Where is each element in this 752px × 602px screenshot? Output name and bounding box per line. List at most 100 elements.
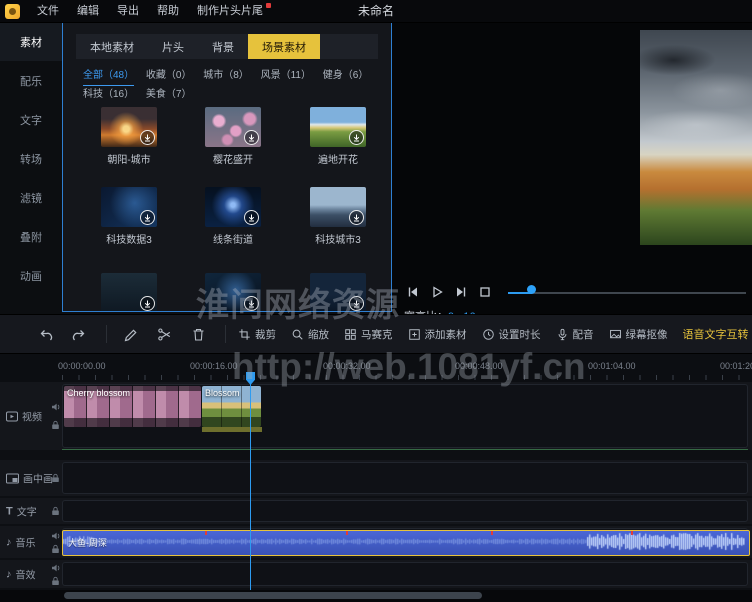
download-icon[interactable]: [140, 130, 155, 145]
material-thumbnail-sunrise-city[interactable]: [101, 107, 157, 147]
material-item[interactable]: 遍地开花: [310, 107, 366, 166]
play-button[interactable]: [428, 283, 446, 301]
filter-fitness[interactable]: 健身（6）: [323, 67, 369, 84]
material-item[interactable]: [205, 273, 261, 312]
zoom-label: 缩放: [308, 327, 329, 342]
add-material-button[interactable]: 添加素材: [408, 327, 467, 342]
menu-help[interactable]: 帮助: [148, 0, 188, 22]
download-icon[interactable]: [349, 296, 364, 311]
material-thumbnail-tech-data[interactable]: [101, 187, 157, 227]
mosaic-label: 马赛克: [361, 327, 393, 342]
material-thumbnail-tech-city[interactable]: [310, 187, 366, 227]
track-text-slot[interactable]: [62, 500, 748, 522]
ruler-time-label: 00:01:04.00: [588, 361, 636, 371]
next-frame-button[interactable]: [452, 283, 470, 301]
speaker-icon[interactable]: [51, 402, 61, 412]
sidebar-item-animation[interactable]: 动画: [0, 256, 62, 295]
material-item[interactable]: 科技城市3: [310, 187, 366, 246]
filter-city[interactable]: 城市（8）: [203, 67, 249, 84]
lock-icon[interactable]: [51, 544, 60, 554]
filter-favorites[interactable]: 收藏（0）: [146, 67, 192, 84]
material-thumbnail[interactable]: [101, 273, 157, 312]
speaker-icon[interactable]: [51, 563, 61, 573]
voice-text-convert-button[interactable]: 语音文字互转: [683, 326, 749, 342]
edit-pencil-button[interactable]: [119, 323, 141, 345]
stop-button[interactable]: [476, 283, 494, 301]
track-sfx-slot[interactable]: [62, 562, 748, 586]
sidebar-item-text[interactable]: 文字: [0, 100, 62, 139]
mosaic-button[interactable]: 马赛克: [344, 327, 393, 342]
video-clip-cherry-blossom[interactable]: Cherry blossom: [64, 386, 201, 427]
material-item[interactable]: [310, 273, 366, 312]
playhead-line: [250, 378, 251, 590]
material-item[interactable]: [101, 273, 157, 312]
track-text: T 文字: [0, 498, 752, 524]
add-material-label: 添加素材: [425, 327, 467, 342]
audio-clip-dayu-zhoushen[interactable]: 大鱼-周深: [62, 530, 750, 556]
tab-background[interactable]: 背景: [198, 34, 248, 59]
sidebar-item-overlay[interactable]: 叠附: [0, 217, 62, 256]
sidebar-item-transition[interactable]: 转场: [0, 139, 62, 178]
download-icon[interactable]: [140, 296, 155, 311]
filter-tech[interactable]: 科技（16）: [83, 86, 134, 103]
crop-button[interactable]: 裁剪: [238, 327, 276, 342]
material-item[interactable]: 线条街道: [205, 187, 261, 246]
material-thumbnail-flower-field[interactable]: [310, 107, 366, 147]
tab-intro[interactable]: 片头: [148, 34, 198, 59]
material-thumbnail-light-streets[interactable]: [205, 187, 261, 227]
sidebar-item-filter[interactable]: 滤镜: [0, 178, 62, 217]
material-item[interactable]: 樱花盛开: [205, 107, 261, 166]
previous-frame-button[interactable]: [404, 283, 422, 301]
download-icon[interactable]: [244, 130, 259, 145]
lock-icon[interactable]: [51, 506, 60, 516]
sidebar-item-material[interactable]: 素材: [0, 22, 62, 61]
redo-button[interactable]: [68, 323, 90, 345]
material-item[interactable]: 科技数据3: [101, 187, 157, 246]
chroma-key-button[interactable]: 绿幕抠像: [609, 327, 668, 342]
video-clip-blossom[interactable]: Blossom: [202, 386, 261, 427]
material-thumbnail-cherry-blossom[interactable]: [205, 107, 261, 147]
tab-scene-material[interactable]: 场景素材: [248, 34, 320, 59]
zoom-button[interactable]: 缩放: [291, 327, 329, 342]
tab-local-material[interactable]: 本地素材: [76, 34, 148, 59]
preview-zoom-slider[interactable]: [508, 292, 746, 294]
filter-food[interactable]: 美食（7）: [146, 86, 192, 103]
menu-export[interactable]: 导出: [108, 0, 148, 22]
track-snap-line: [62, 449, 748, 450]
app-logo-icon[interactable]: [5, 4, 20, 19]
material-item-label: 科技数据3: [101, 231, 157, 246]
download-icon[interactable]: [244, 210, 259, 225]
download-icon[interactable]: [349, 210, 364, 225]
filter-all[interactable]: 全部（48）: [83, 67, 134, 86]
delete-trash-button[interactable]: [187, 323, 209, 345]
track-pip-slot[interactable]: [62, 462, 748, 494]
sidebar-item-music[interactable]: 配乐: [0, 61, 62, 100]
track-sfx-label: ♪ 音效: [6, 567, 36, 582]
material-item[interactable]: 朝阳-城市: [101, 107, 157, 166]
slider-knob[interactable]: [527, 285, 536, 294]
lock-icon[interactable]: [51, 576, 60, 586]
track-text-controls: [50, 498, 61, 524]
set-duration-button[interactable]: 设置时长: [482, 327, 541, 342]
timeline-ruler[interactable]: 00:00:00.00 00:00:16.00 00:00:32.00 00:0…: [0, 352, 752, 383]
timeline-scrollbar[interactable]: [0, 590, 752, 602]
scrollbar-thumb[interactable]: [64, 592, 482, 599]
material-thumbnail[interactable]: [310, 273, 366, 312]
speaker-icon[interactable]: [51, 531, 61, 541]
download-icon[interactable]: [349, 130, 364, 145]
menu-file[interactable]: 文件: [28, 0, 68, 22]
menu-make-intro-outro[interactable]: 制作片头片尾: [188, 0, 272, 22]
split-scissors-button[interactable]: [153, 323, 175, 345]
undo-button[interactable]: [34, 323, 56, 345]
ruler-time-label: 00:00:32.00: [323, 361, 371, 371]
lock-icon[interactable]: [51, 420, 60, 430]
toolbar-divider: [225, 325, 226, 343]
menu-edit[interactable]: 编辑: [68, 0, 108, 22]
download-icon[interactable]: [140, 210, 155, 225]
filter-scenery[interactable]: 风景（11）: [261, 67, 311, 84]
app-window: 文件 编辑 导出 帮助 制作片头片尾 未命名 素材 配乐 文字 转场 滤镜 叠附…: [0, 0, 752, 602]
dubbing-mic-button[interactable]: 配音: [556, 327, 594, 342]
lock-icon[interactable]: [51, 473, 60, 483]
material-thumbnail[interactable]: [205, 273, 261, 312]
download-icon[interactable]: [244, 296, 259, 311]
